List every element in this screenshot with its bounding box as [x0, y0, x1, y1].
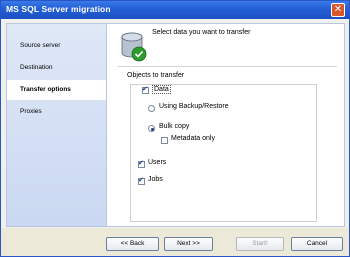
back-button[interactable]: << Back [106, 237, 159, 251]
sidebar-item-label: Proxies [20, 108, 42, 115]
jobs-label: Jobs [148, 176, 163, 183]
database-check-icon [121, 32, 147, 62]
metadata-only-label: Metadata only [171, 135, 215, 142]
cancel-button[interactable]: Cancel [291, 237, 343, 251]
start-button[interactable]: Start! [236, 237, 284, 251]
sidebar-item-transfer-options[interactable]: Transfer options [7, 80, 106, 100]
sidebar-item-label: Source server [20, 42, 61, 49]
using-backup-label: Using Backup/Restore [159, 103, 229, 110]
sidebar-item-label: Destination [20, 64, 53, 71]
sidebar-item-proxies[interactable]: Proxies [7, 102, 106, 122]
header-divider [117, 66, 337, 67]
bulk-copy-label: Bulk copy [159, 123, 190, 130]
using-backup-radio[interactable] [148, 105, 155, 112]
metadata-only-checkbox[interactable] [161, 137, 168, 144]
sidebar-item-label: Transfer options [20, 86, 71, 93]
step-header: Select data you want to transfer [152, 29, 251, 36]
wizard-sidebar: Source server Destination Transfer optio… [6, 23, 107, 227]
jobs-checkbox[interactable] [138, 176, 145, 185]
sidebar-item-destination[interactable]: Destination [7, 58, 106, 78]
main-panel: Select data you want to transfer Objects… [107, 23, 345, 227]
migration-window: MS SQL Server migration ✕ Source server … [0, 0, 350, 257]
close-icon[interactable]: ✕ [331, 3, 345, 17]
sidebar-item-source-server[interactable]: Source server [7, 36, 106, 56]
data-label: Data [152, 85, 171, 94]
bulk-copy-radio[interactable] [148, 125, 155, 132]
data-checkbox[interactable] [142, 85, 149, 94]
title-bar[interactable]: MS SQL Server migration ✕ [1, 1, 349, 19]
users-label: Users [148, 159, 167, 166]
window-title: MS SQL Server migration [6, 4, 111, 14]
objects-to-transfer-label: Objects to transfer [127, 72, 185, 79]
users-checkbox[interactable] [138, 159, 145, 168]
next-button[interactable]: Next >> [164, 237, 213, 251]
